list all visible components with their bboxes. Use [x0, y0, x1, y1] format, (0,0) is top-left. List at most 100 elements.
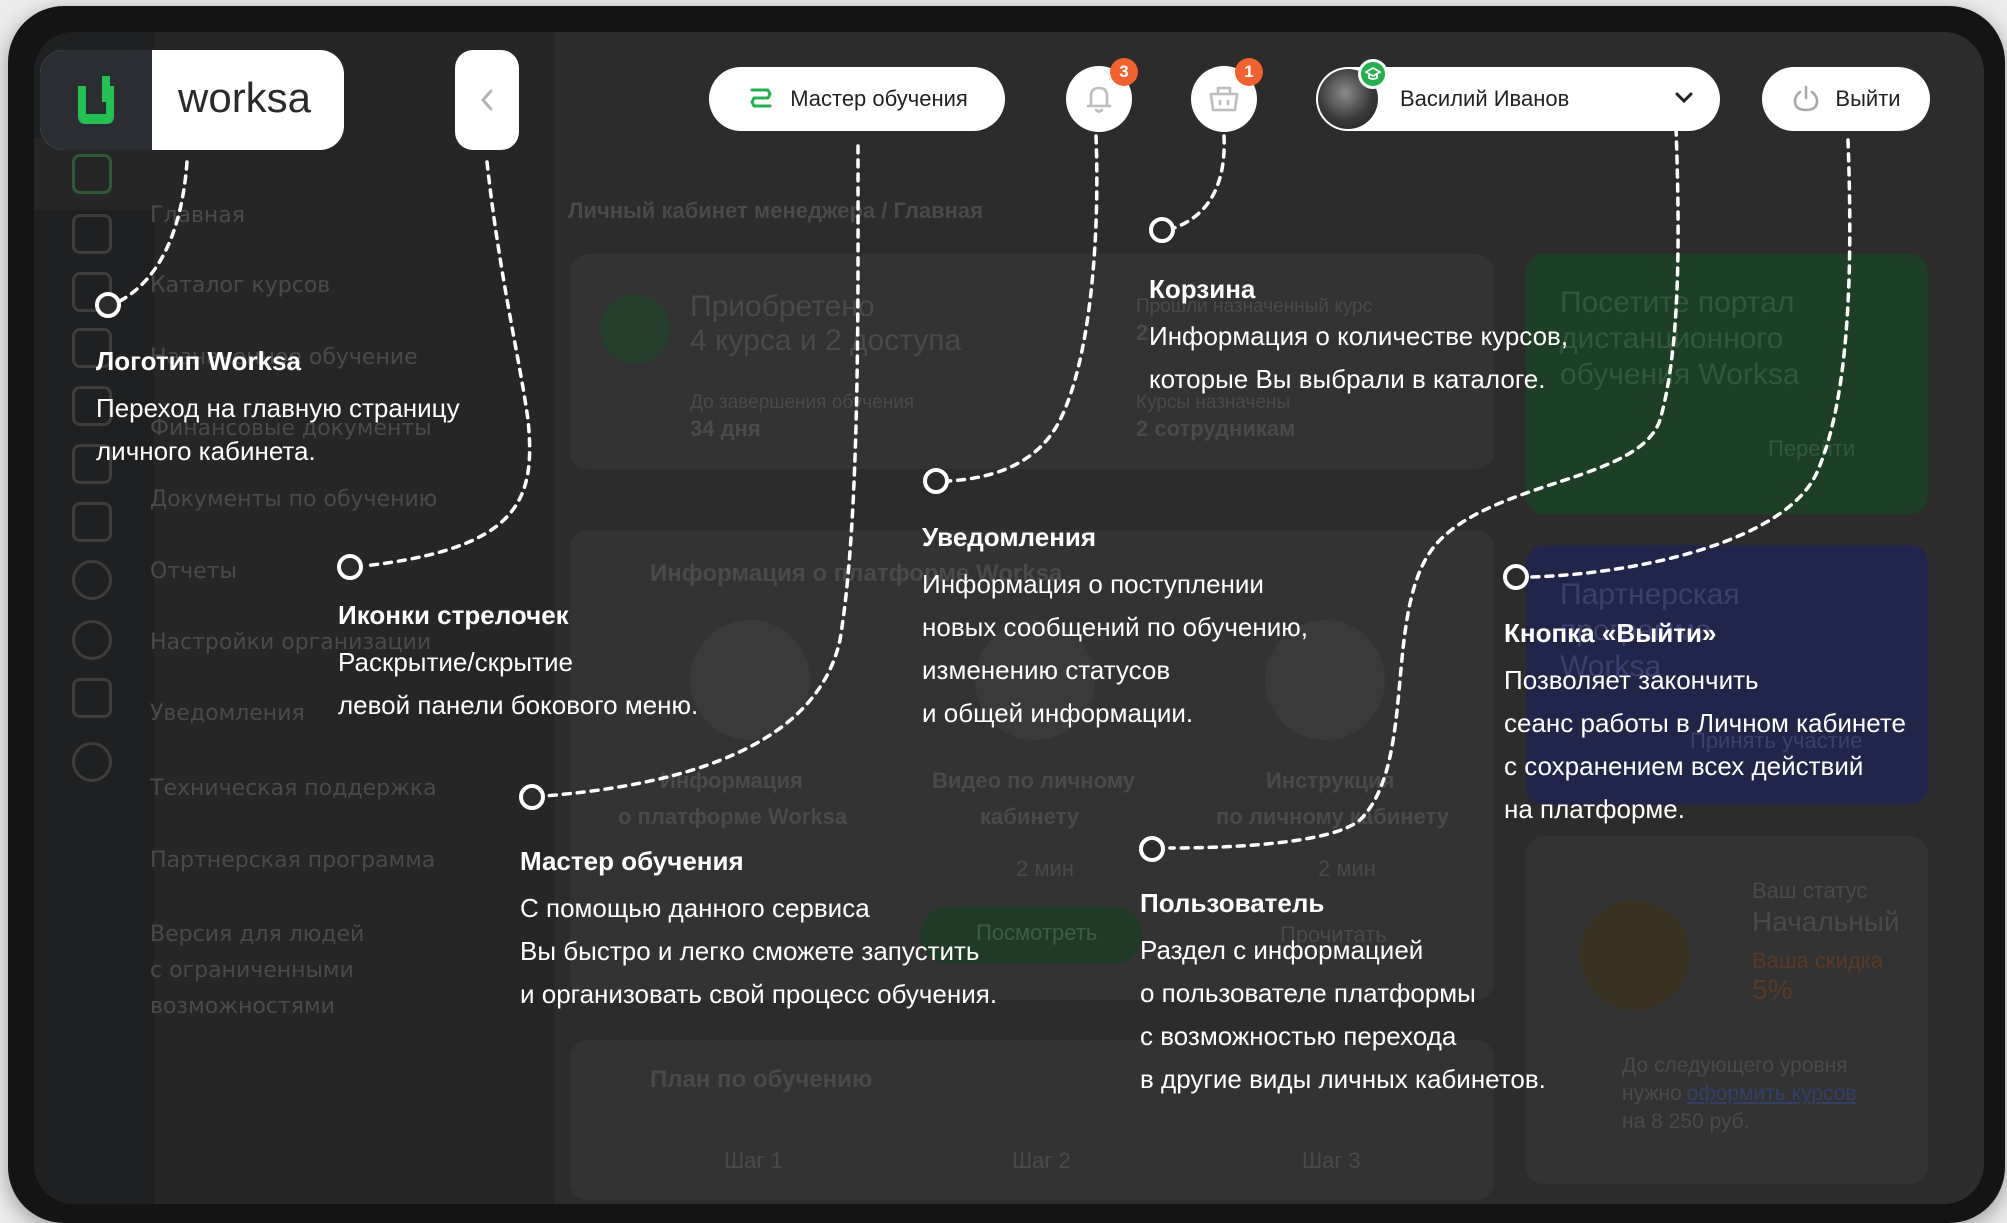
promo-portal-title-3: обучения Worksa: [1560, 358, 1800, 391]
stats-icon: [600, 294, 670, 364]
callout-notifications-line-1: Информация о поступлении: [922, 569, 1264, 599]
sidebar-item-catalog[interactable]: Каталог курсов: [150, 273, 330, 298]
breadcrumb: Личный кабинет менеджера / Главная: [568, 198, 983, 223]
master-button[interactable]: Мастер обучения: [709, 67, 1005, 131]
callout-arrows-line-1: Раскрытие/скрытие: [338, 647, 573, 677]
logo-mark-bg: [40, 50, 152, 150]
catalog-icon[interactable]: [72, 214, 112, 254]
callout-master-title: Мастер обучения: [520, 846, 744, 876]
video-thumb-1: [690, 620, 810, 740]
callout-notifications-line-3: изменению статусов: [922, 655, 1171, 685]
promo-portal-button[interactable]: Перейти: [1768, 436, 1855, 462]
plan-section-title: План по обучению: [650, 1066, 873, 1093]
sidebar-item-accessibility-2: с ограниченными: [150, 958, 354, 983]
bell-icon[interactable]: [72, 560, 112, 600]
chevron-down-icon: [1675, 92, 1693, 104]
callout-logo-title: Логотип Worksa: [96, 346, 301, 376]
stat-value-deadline: 34 дня: [690, 416, 761, 441]
video-1-title-a: Информация: [660, 768, 803, 793]
user-name: Василий Иванов: [1400, 86, 1570, 111]
callout-user-line-3: с возможностью перехода: [1140, 1021, 1457, 1051]
chevron-left-icon: [480, 89, 493, 111]
video-2-title-a: Видео по личному: [932, 768, 1135, 793]
status-value: Начальный: [1752, 906, 1900, 937]
home-icon[interactable]: [72, 154, 112, 194]
cart-badge: 1: [1235, 58, 1263, 86]
callout-logout-line-3: с сохранением всех действий: [1504, 751, 1864, 781]
next-level-line-1: До следующего уровня: [1622, 1054, 1848, 1077]
callout-user-line-1: Раздел с информацией: [1140, 935, 1424, 965]
video-3-time: 2 мин: [1318, 856, 1376, 881]
partners-icon[interactable]: [72, 678, 112, 718]
assigned-icon[interactable]: [72, 272, 112, 312]
power-icon: [1794, 85, 1819, 112]
support-icon[interactable]: [72, 620, 112, 660]
next-level-need: нужно: [1622, 1082, 1682, 1105]
callout-user-line-4: в другие виды личных кабинетов.: [1140, 1064, 1546, 1094]
stats-title-1: Приобретено: [690, 290, 875, 323]
promo-partner-title-1: Партнерская: [1560, 578, 1740, 611]
status-label: Ваш статус: [1752, 878, 1868, 903]
plan-step-1[interactable]: Шаг 1: [724, 1148, 783, 1174]
callout-cart-title: Корзина: [1149, 274, 1256, 304]
callout-cart-line-2: которые Вы выбрали в каталоге.: [1149, 364, 1546, 394]
settings-icon[interactable]: [72, 502, 112, 542]
callout-master: Мастер обучения С помощью данного сервис…: [520, 846, 997, 1016]
callout-cart: Корзина Информация о количестве курсов, …: [1149, 274, 1568, 401]
plan-step-2[interactable]: Шаг 2: [1012, 1148, 1071, 1174]
user-menu[interactable]: Василий Иванов: [1316, 59, 1720, 131]
worksa-logo-icon: [78, 76, 114, 124]
sidebar-rail: [34, 32, 154, 1204]
stats-title-2: 4 курса и 2 доступа: [690, 324, 962, 357]
plan-step-3[interactable]: Шаг 3: [1302, 1148, 1361, 1174]
promo-portal-title-1: Посетите портал: [1560, 286, 1795, 319]
logout-button[interactable]: Выйти: [1762, 67, 1930, 131]
notifications-badge: 3: [1110, 58, 1138, 86]
callout-logout-line-2: сеанс работы в Личном кабинете: [1504, 708, 1906, 738]
bell-icon: [1086, 86, 1112, 113]
role-badge: [1358, 59, 1388, 89]
graduation-cap-icon: [1365, 67, 1381, 80]
eye-icon[interactable]: [72, 742, 112, 782]
next-level-link[interactable]: оформить курсов: [1687, 1082, 1857, 1105]
logo-block[interactable]: worksa: [40, 50, 344, 150]
callout-notifications: Уведомления Информация о поступлении нов…: [922, 522, 1308, 735]
sidebar-item-support[interactable]: Техническая поддержка: [150, 776, 437, 801]
master-icon: [750, 88, 772, 108]
stat-value-assigned: 2 сотрудникам: [1136, 416, 1296, 441]
sidebar-item-home[interactable]: Главная: [150, 203, 245, 228]
discount-label: Ваша скидка: [1752, 948, 1884, 973]
callout-notifications-line-2: новых сообщений по обучению,: [922, 612, 1308, 642]
next-level-line-2: нужно оформить курсов: [1622, 1082, 1857, 1106]
callout-arrows-line-2: левой панели бокового меню.: [338, 690, 699, 720]
master-label: Мастер обучения: [790, 86, 968, 111]
sidebar-item-accessibility-3: возможностями: [150, 994, 335, 1019]
next-level-line-3: на 8 250 руб.: [1622, 1110, 1750, 1133]
video-2-title-b: кабинету: [980, 804, 1080, 829]
sidebar-item-documents[interactable]: Документы по обучению: [150, 487, 437, 512]
sidebar-item-accessibility-1[interactable]: Версия для людей: [150, 922, 364, 947]
sidebar-item-notifications[interactable]: Уведомления: [150, 701, 305, 726]
logout-label: Выйти: [1835, 86, 1901, 111]
callout-logout-line-4: на платформе.: [1504, 794, 1685, 824]
stat-value-passed: 2: [1136, 320, 1149, 345]
collapse-sidebar-button[interactable]: [455, 50, 519, 150]
discount-value: 5%: [1752, 974, 1793, 1005]
callout-logo-line-1: Переход на главную страницу: [96, 393, 460, 423]
stat-label-deadline: До завершения обучения: [690, 392, 915, 413]
callout-logo-line-2: личного кабинета.: [96, 436, 316, 466]
promo-portal-title-2: дистанционного: [1560, 322, 1784, 355]
coins-icon: [1580, 900, 1690, 1010]
callout-notifications-line-4: и общей информации.: [922, 698, 1194, 728]
callout-user: Пользователь Раздел с информацией о поль…: [1140, 888, 1546, 1101]
video-1-title-b: о платформе Worksa: [618, 804, 848, 829]
callout-user-line-2: о пользователе платформы: [1140, 978, 1476, 1008]
video-3-title-a: Инструкция: [1266, 768, 1395, 793]
video-3-title-b: по личному кабинету: [1216, 804, 1450, 829]
logo-text: worksa: [178, 74, 312, 121]
callout-master-line-3: и организовать свой процесс обучения.: [520, 979, 998, 1009]
sidebar-item-reports[interactable]: Отчеты: [150, 559, 237, 584]
callout-arrows-title: Иконки стрелочек: [338, 600, 569, 630]
sidebar-item-partners[interactable]: Партнерская программа: [150, 848, 435, 873]
callout-notifications-title: Уведомления: [922, 522, 1097, 552]
